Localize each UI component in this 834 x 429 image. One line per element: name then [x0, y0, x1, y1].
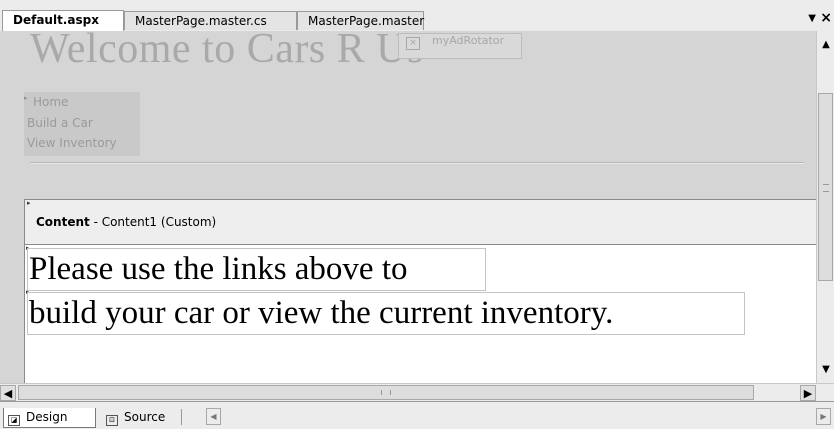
content-label: Content	[36, 215, 90, 229]
design-surface[interactable]: Welcome to Cars R Us × myAdRotator ▸ Hom…	[0, 31, 816, 383]
tag-nav-right-icon[interactable]: ▶	[816, 408, 831, 425]
content-region[interactable]: ▸ Please use the links above to ▸ build …	[24, 244, 816, 383]
grip-icon	[823, 184, 829, 192]
horizontal-scroll-thumb[interactable]	[18, 385, 754, 400]
tab-default-aspx[interactable]: Default.aspx	[2, 10, 124, 31]
master-site-title: Welcome to Cars R Us	[30, 31, 424, 72]
scroll-up-icon[interactable]: ▲	[818, 37, 834, 53]
tag-nav-left-icon[interactable]: ◀	[206, 408, 221, 425]
content-paragraph-2[interactable]: build your car or view the current inven…	[27, 292, 745, 335]
source-view-tab[interactable]: ⊡ Source	[104, 408, 174, 428]
scroll-right-icon[interactable]: ▶	[800, 385, 816, 401]
tab-masterpage-master-cs[interactable]: MasterPage.master.cs	[124, 11, 297, 30]
adrotator-label: myAdRotator	[432, 34, 505, 47]
vertical-scroll-thumb[interactable]	[818, 93, 833, 281]
design-view-label: Design	[26, 410, 68, 424]
smart-tag-icon[interactable]: ▸	[27, 199, 31, 207]
content-id-label: - Content1 (Custom)	[89, 215, 217, 229]
close-tab-icon[interactable]: ×	[820, 11, 832, 25]
scroll-down-icon[interactable]: ▼	[818, 362, 834, 378]
design-view-tab[interactable]: ◪ Design	[3, 408, 96, 428]
menu-item-home[interactable]: Home	[33, 95, 68, 109]
adrotator-control[interactable]: × myAdRotator	[398, 33, 522, 59]
content-placeholder-title: Content - Content1 (Custom)	[36, 215, 216, 229]
horizontal-scrollbar[interactable]: ◀ ▶	[0, 383, 834, 401]
tab-masterpage-master[interactable]: MasterPage.master	[297, 11, 424, 30]
content-paragraph-1[interactable]: Please use the links above to	[27, 248, 486, 291]
document-tab-strip: Default.aspx MasterPage.master.cs Master…	[0, 0, 834, 32]
horizontal-rule	[30, 162, 804, 164]
master-nav-menu[interactable]: ▸ Home Build a Car View Inventory	[24, 92, 140, 156]
source-view-icon: ⊡	[106, 415, 118, 426]
content-placeholder-header[interactable]: ▸ Content - Content1 (Custom)	[24, 199, 816, 245]
divider	[181, 409, 182, 425]
source-view-label: Source	[124, 410, 166, 424]
smart-tag-icon[interactable]: ▸	[24, 94, 28, 102]
menu-item-view-inventory[interactable]: View Inventory	[27, 136, 117, 150]
design-view-icon: ◪	[8, 415, 20, 426]
tab-list-dropdown-icon[interactable]: ▼	[808, 13, 816, 24]
view-switch-bar: ◪ Design ⊡ Source ◀ ▶	[0, 401, 834, 429]
vertical-scrollbar[interactable]: ▲ ▼	[816, 31, 834, 383]
broken-image-icon: ×	[406, 37, 420, 50]
scroll-left-icon[interactable]: ◀	[0, 385, 16, 401]
menu-item-build-a-car[interactable]: Build a Car	[27, 116, 93, 130]
grip-icon	[381, 390, 391, 395]
